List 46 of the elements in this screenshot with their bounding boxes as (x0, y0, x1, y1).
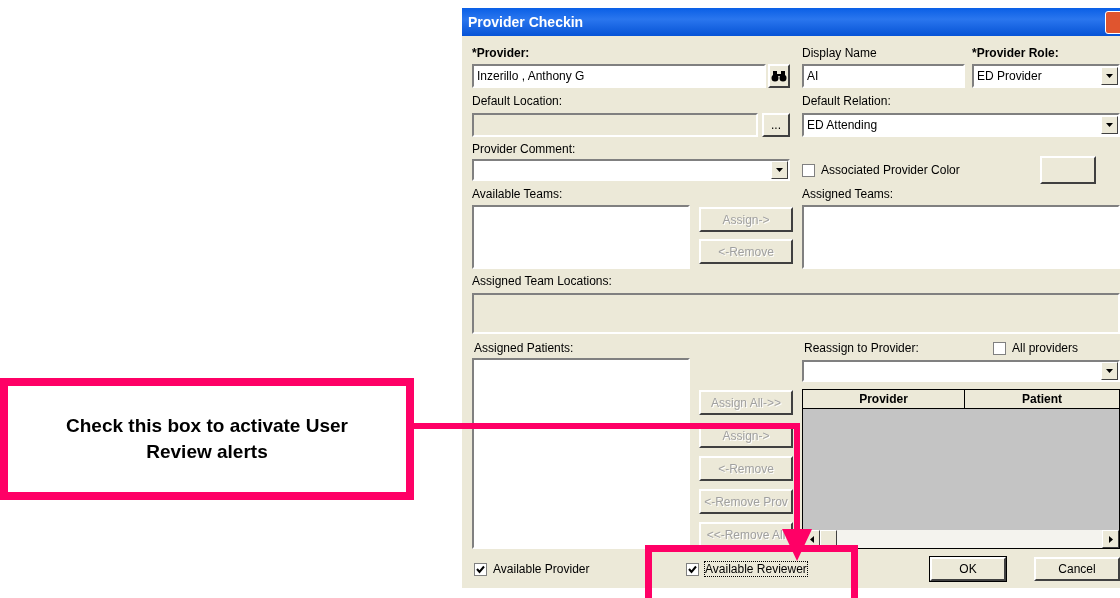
search-button[interactable] (768, 64, 790, 88)
field-label: Display Name (802, 46, 877, 60)
field-label: Provider Comment: (472, 142, 576, 156)
column-header[interactable]: Patient (965, 390, 1119, 408)
dialog-button[interactable]: OK (930, 557, 1006, 581)
field-label: Assigned Patients: (474, 341, 574, 355)
input-field[interactable]: AI (802, 64, 965, 88)
dropdown-arrow-icon (1106, 74, 1113, 78)
dropdown-field[interactable] (472, 159, 790, 181)
field-label: Available Teams: (472, 187, 563, 201)
callout-text: Check this box to activate User Review alerts (65, 414, 349, 464)
field-label: Default Relation: (802, 94, 891, 108)
field-label: Assigned Teams: (802, 187, 894, 201)
window-title: Provider Checkin (468, 14, 584, 30)
horizontal-scrollbar[interactable] (803, 530, 1119, 548)
left-arrow-icon (809, 535, 814, 543)
checkbox[interactable] (474, 562, 487, 576)
checkbox-label: Available Provider (493, 562, 590, 576)
checkbox[interactable] (993, 341, 1006, 355)
input-field[interactable]: Inzerillo , Anthony G (472, 64, 766, 88)
list-box[interactable] (802, 205, 1120, 269)
checkbox[interactable] (802, 163, 815, 177)
list-box[interactable] (472, 205, 690, 269)
list-box[interactable] (472, 358, 690, 549)
dropdown-arrow-icon (1106, 369, 1113, 373)
column-header[interactable]: Provider (803, 390, 965, 408)
checkbox[interactable] (686, 562, 699, 576)
checkbox-label: Available Reviewer (705, 562, 807, 576)
dropdown-field[interactable] (802, 360, 1120, 382)
checkbox-label: All providers (1012, 341, 1079, 355)
checkbox-label: Associated Provider Color (821, 163, 960, 177)
dropdown-field[interactable]: ED Provider (972, 64, 1120, 88)
dropdown-arrow-icon (1106, 123, 1113, 127)
dropdown-arrow-icon (776, 168, 783, 172)
check-icon (688, 564, 697, 574)
color-swatch-button[interactable] (1040, 156, 1096, 184)
field-label: Assigned Team Locations: (472, 274, 612, 288)
right-arrow-icon (1108, 535, 1113, 543)
field-label: Default Location: (472, 94, 563, 108)
field-label: Reassign to Provider: (804, 341, 919, 355)
binoculars-icon (771, 70, 787, 82)
field-label: *Provider Role: (972, 46, 1059, 60)
dropdown-field[interactable]: ED Attending (802, 113, 1120, 137)
check-icon (476, 564, 485, 574)
dialog-button[interactable]: Cancel (1034, 557, 1120, 581)
field-label: *Provider: (472, 46, 530, 60)
